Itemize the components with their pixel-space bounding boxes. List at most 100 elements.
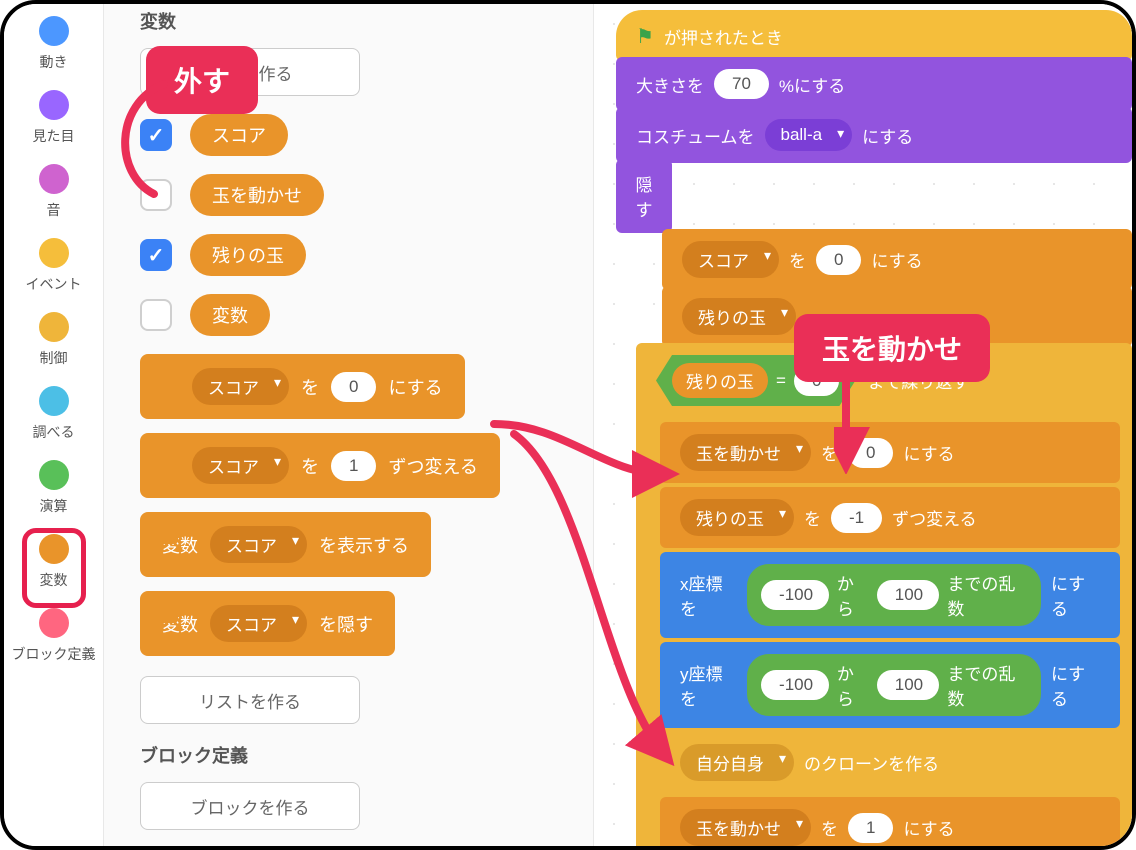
block-set-y[interactable]: y座標を -100 から 100 までの乱数 にする bbox=[660, 642, 1120, 728]
text: を bbox=[821, 440, 838, 465]
num-input[interactable]: 100 bbox=[877, 580, 940, 610]
text: を bbox=[301, 374, 319, 400]
variables-icon bbox=[39, 534, 69, 564]
block-set-x[interactable]: x座標を -100 から 100 までの乱数 にする bbox=[660, 552, 1120, 638]
block-switch-costume[interactable]: コスチュームを ball-a にする bbox=[616, 107, 1132, 163]
make-list-button[interactable]: リストを作る bbox=[140, 676, 360, 724]
block-palette: 変数 変数を作る スコア 玉を動かせ 残りの玉 変数 スコア を 0 にする bbox=[104, 4, 594, 846]
cat-control[interactable]: 制御 bbox=[4, 304, 104, 378]
var-checkbox[interactable] bbox=[140, 179, 172, 211]
cat-variables[interactable]: 変数 bbox=[4, 526, 104, 600]
costume-dropdown[interactable]: ball-a bbox=[765, 119, 853, 151]
num-input[interactable]: 1 bbox=[331, 451, 376, 481]
text: を表示する bbox=[319, 532, 409, 558]
cat-label: イベント bbox=[26, 274, 82, 294]
cat-motion[interactable]: 動き bbox=[4, 8, 104, 82]
cat-myblocks[interactable]: ブロック定義 bbox=[4, 600, 104, 674]
cat-sensing[interactable]: 調べる bbox=[4, 378, 104, 452]
cat-operators[interactable]: 演算 bbox=[4, 452, 104, 526]
text: %にする bbox=[779, 72, 845, 97]
num-input[interactable]: 0 bbox=[816, 245, 861, 275]
cat-label: 調べる bbox=[33, 422, 75, 442]
var-pill[interactable]: 残りの玉 bbox=[190, 234, 306, 276]
var-checkbox[interactable] bbox=[140, 119, 172, 151]
cat-label: 音 bbox=[47, 200, 61, 220]
text: を bbox=[804, 505, 821, 530]
cat-label: 変数 bbox=[40, 570, 68, 590]
var-pill[interactable]: 玉を動かせ bbox=[190, 174, 324, 216]
var-row-move: 玉を動かせ bbox=[140, 174, 569, 216]
num-input[interactable]: -100 bbox=[761, 670, 829, 700]
block-set-var[interactable]: スコア を 0 にする bbox=[140, 354, 569, 419]
text: にする bbox=[903, 440, 954, 465]
block-set-move1[interactable]: 玉を動かせ を 1 にする bbox=[660, 797, 1120, 850]
var-checkbox[interactable] bbox=[140, 299, 172, 331]
text: y座標を bbox=[680, 660, 737, 710]
looks-icon bbox=[39, 90, 69, 120]
num-input[interactable]: 100 bbox=[877, 670, 940, 700]
text: ずつ変える bbox=[388, 453, 477, 479]
cat-looks[interactable]: 見た目 bbox=[4, 82, 104, 156]
random-operator[interactable]: -100 から 100 までの乱数 bbox=[747, 654, 1041, 716]
cat-sound[interactable]: 音 bbox=[4, 156, 104, 230]
block-hide[interactable]: 隠す bbox=[616, 159, 672, 233]
block-set-score[interactable]: スコア を 0 にする bbox=[662, 229, 1132, 290]
var-dropdown[interactable]: スコア bbox=[192, 368, 289, 405]
block-change-var[interactable]: スコア を 1 ずつ変える bbox=[140, 433, 569, 498]
block-set-size[interactable]: 大きさを 70 %にする bbox=[616, 57, 1132, 111]
var-checkbox[interactable] bbox=[140, 239, 172, 271]
var-pill[interactable]: 変数 bbox=[190, 294, 270, 336]
var-dropdown[interactable]: スコア bbox=[682, 241, 779, 278]
var-dropdown[interactable]: スコア bbox=[192, 447, 289, 484]
callout-movevar: 玉を動かせ bbox=[794, 314, 990, 382]
text: までの乱数 bbox=[947, 660, 1027, 710]
make-block-button[interactable]: ブロックを作る bbox=[140, 782, 360, 830]
clone-dropdown[interactable]: 自分自身 bbox=[680, 744, 794, 781]
text: にする bbox=[1051, 660, 1100, 710]
flag-icon: ⚑ bbox=[636, 24, 654, 49]
var-dropdown[interactable]: 残りの玉 bbox=[680, 499, 794, 536]
text: を bbox=[821, 815, 838, 840]
text: にする bbox=[862, 123, 913, 148]
category-rail: 動き 見た目 音 イベント 制御 調べる 演算 変数 bbox=[4, 4, 104, 846]
text: のクローンを作る bbox=[804, 750, 939, 775]
num-input[interactable]: 0 bbox=[331, 372, 376, 402]
block-change-remain[interactable]: 残りの玉 を -1 ずつ変える bbox=[660, 487, 1120, 548]
var-dropdown[interactable]: スコア bbox=[210, 605, 307, 642]
cat-events[interactable]: イベント bbox=[4, 230, 104, 304]
num-input[interactable]: -1 bbox=[831, 503, 882, 533]
text: を bbox=[301, 453, 319, 479]
var-row-score: スコア bbox=[140, 114, 569, 156]
var-pill[interactable]: スコア bbox=[190, 114, 288, 156]
num-input[interactable]: 0 bbox=[848, 438, 893, 468]
var-dropdown[interactable]: 玉を動かせ bbox=[680, 434, 811, 471]
text: = bbox=[776, 371, 786, 391]
reporter[interactable]: 残りの玉 bbox=[672, 363, 768, 398]
num-input[interactable]: -100 bbox=[761, 580, 829, 610]
var-dropdown[interactable]: 残りの玉 bbox=[682, 298, 796, 335]
text: を隠す bbox=[319, 611, 373, 637]
var-dropdown[interactable]: スコア bbox=[210, 526, 307, 563]
text: を bbox=[789, 247, 806, 272]
sound-icon bbox=[39, 164, 69, 194]
num-input[interactable]: 70 bbox=[714, 69, 769, 99]
section-myblocks-title: ブロック定義 bbox=[140, 742, 569, 768]
text: コスチュームを bbox=[636, 123, 755, 148]
var-dropdown[interactable]: 玉を動かせ bbox=[680, 809, 811, 846]
section-variables-title: 変数 bbox=[140, 8, 569, 34]
num-input[interactable]: 1 bbox=[848, 813, 893, 843]
sensing-icon bbox=[39, 386, 69, 416]
block-hide-var[interactable]: 変数 スコア を隠す bbox=[140, 591, 569, 656]
control-icon bbox=[39, 312, 69, 342]
block-set-move[interactable]: 玉を動かせ を 0 にする bbox=[660, 422, 1120, 483]
hat-when-flag[interactable]: ⚑ が押されたとき bbox=[616, 10, 1132, 61]
text: 大きさを bbox=[636, 72, 704, 97]
text: にする bbox=[1051, 570, 1100, 620]
callout-unset: 外す bbox=[146, 46, 258, 114]
random-operator[interactable]: -100 から 100 までの乱数 bbox=[747, 564, 1041, 626]
repeat-until-block[interactable]: 残りの玉 = 0 まで繰り返す 玉を動かせ を 0 にする 残りの玉 bbox=[636, 343, 1132, 850]
cat-label: 見た目 bbox=[33, 126, 75, 146]
block-show-var[interactable]: 変数 スコア を表示する bbox=[140, 512, 569, 577]
block-create-clone[interactable]: 自分自身 のクローンを作る bbox=[660, 732, 1120, 793]
script-canvas[interactable]: ⚑ が押されたとき 大きさを 70 %にする コスチュームを ball-a にす… bbox=[594, 4, 1132, 846]
